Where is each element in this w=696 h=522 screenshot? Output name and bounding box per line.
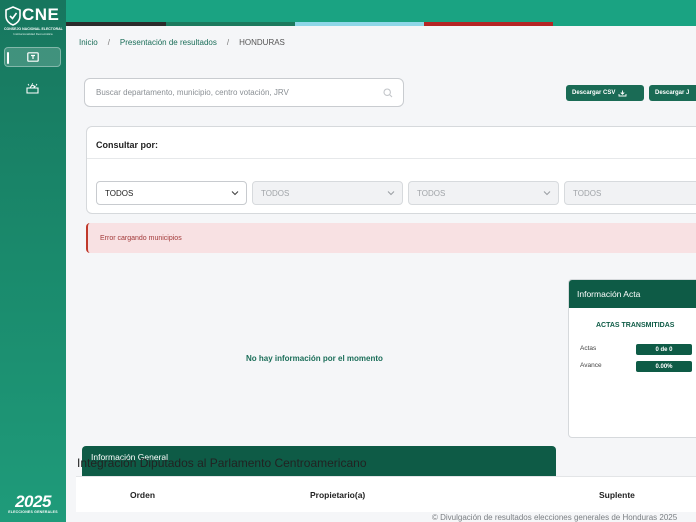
ballot-box-icon (26, 82, 39, 94)
search-box (84, 78, 404, 107)
error-alert: Error cargando municipios (86, 223, 696, 253)
voting-center-select-value: TODOS (573, 188, 602, 198)
year-text: 2025 (15, 492, 51, 511)
voting-center-select[interactable]: TODOS (564, 181, 696, 205)
topbar-segment (66, 0, 166, 26)
department-select-value: TODOS (105, 188, 134, 198)
section-title: Integración Diputados al Parlamento Cent… (77, 456, 367, 470)
topbar-segment (295, 0, 424, 26)
acta-panel-title: Información Acta (577, 289, 641, 299)
chevron-down-icon (231, 191, 239, 196)
download-icon (618, 90, 627, 96)
column-header-propietario: Propietario(a) (310, 490, 366, 500)
municipality-select-value: TODOS (261, 188, 290, 198)
nav-results-button[interactable] (4, 47, 61, 67)
zone-select-value: TODOS (417, 188, 446, 198)
breadcrumb-separator: / (107, 38, 110, 47)
sidebar: CNE CONSEJO NACIONAL ELECTORAL Instituci… (0, 0, 66, 522)
consult-title: Consultar por: (96, 140, 158, 150)
download-json-button[interactable]: Descargar J (649, 85, 696, 101)
column-header-orden: Orden (130, 490, 156, 500)
footer-copyright: © Divulgación de resultados elecciones g… (432, 513, 678, 522)
breadcrumb-current: HONDURAS (239, 38, 285, 47)
shield-logo-icon (5, 6, 21, 26)
monitor-icon (26, 52, 39, 62)
cne-logo[interactable]: CNE CONSEJO NACIONAL ELECTORAL Instituci… (4, 4, 63, 36)
download-csv-label: Descargar CSV (572, 90, 616, 96)
logo-tagline: Institucionalidad Democrática (13, 32, 53, 36)
actas-label: Actas (580, 345, 597, 352)
top-color-bar (66, 0, 696, 26)
results-table-header: Orden Propietario(a) Suplente (76, 476, 696, 512)
topbar-segment (166, 0, 295, 26)
avance-label: Avance (580, 362, 602, 369)
search-input[interactable] (85, 79, 365, 106)
acta-panel-header: Información Acta (569, 280, 696, 308)
search-icon[interactable] (383, 88, 393, 98)
acta-info-panel: Información Acta ACTAS TRANSMITIDAS Acta… (568, 279, 696, 438)
topbar-segment (553, 0, 696, 26)
nav-ballot-button[interactable] (4, 78, 61, 98)
elections-2025-logo: 2025 ELECCIONES GENERALES (6, 493, 60, 514)
year-subtitle: ELECCIONES GENERALES (8, 510, 58, 514)
department-select[interactable]: TODOS (96, 181, 247, 205)
error-message: Error cargando municipios (100, 234, 182, 242)
zone-select[interactable]: TODOS (408, 181, 559, 205)
divider (87, 158, 696, 159)
empty-state-message: No hay información por el momento (246, 354, 383, 363)
download-csv-button[interactable]: Descargar CSV (566, 85, 644, 101)
chevron-down-icon (387, 191, 395, 196)
chevron-down-icon (543, 191, 551, 196)
breadcrumb-home-link[interactable]: Inicio (79, 38, 98, 47)
consult-card: Consultar por: TODOS TODOS TODOS TODOS (86, 126, 696, 214)
topbar-segment (424, 0, 553, 26)
breadcrumb: Inicio / Presentación de resultados / HO… (79, 38, 285, 47)
actas-transmitted-title: ACTAS TRANSMITIDAS (596, 322, 675, 329)
actas-value: 0 de 0 (636, 344, 692, 355)
breadcrumb-separator: / (226, 38, 230, 47)
logo-subtitle: CONSEJO NACIONAL ELECTORAL (4, 27, 63, 31)
logo-text: CNE (22, 5, 60, 24)
avance-value: 0.00% (636, 361, 692, 372)
municipality-select[interactable]: TODOS (252, 181, 403, 205)
column-header-suplente: Suplente (599, 490, 635, 500)
breadcrumb-results-link[interactable]: Presentación de resultados (120, 38, 217, 47)
download-json-label: Descargar J (655, 90, 690, 96)
